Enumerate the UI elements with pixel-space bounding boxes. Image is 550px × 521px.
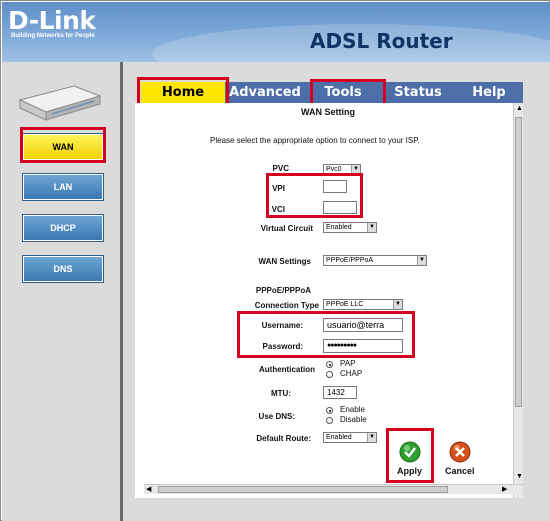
sidebar	[2, 62, 120, 521]
pvc-label: PVC	[272, 164, 289, 173]
sidebar-item-lan[interactable]: LAN	[22, 173, 104, 201]
dns-disable-label: Disable	[340, 415, 367, 424]
scroll-up-icon[interactable]: ▲	[516, 105, 523, 112]
vci-label: VCI	[271, 205, 285, 214]
tab-home[interactable]: Home	[141, 82, 225, 103]
tab-help[interactable]: Help	[455, 82, 523, 103]
chevron-down-icon: ▼	[367, 433, 376, 442]
sidebar-item-wan[interactable]: WAN	[22, 133, 104, 161]
tab-advanced[interactable]: Advanced	[225, 82, 305, 103]
vci-input[interactable]	[323, 201, 357, 214]
wan-settings-label: WAN Settings	[258, 257, 311, 266]
vpi-input[interactable]	[323, 180, 347, 193]
chevron-down-icon: ▼	[393, 300, 402, 309]
virtual-circuit-select[interactable]: Enabled ▼	[323, 222, 377, 233]
sidebar-item-dns[interactable]: DNS	[22, 255, 104, 283]
dns-enable-radio[interactable]	[326, 407, 333, 414]
use-dns-label: Use DNS:	[258, 412, 295, 421]
product-title: ADSL Router	[310, 29, 453, 53]
wan-settings-select[interactable]: PPPoE/PPPoA ▼	[323, 255, 427, 266]
connection-type-label: Connection Type	[254, 301, 319, 310]
dns-disable-radio[interactable]	[326, 417, 333, 424]
pvc-select[interactable]: Pvc0 ▼	[323, 164, 361, 175]
vpi-label: VPI	[272, 184, 285, 193]
auth-pap-label: PAP	[340, 359, 356, 368]
chevron-down-icon: ▼	[351, 165, 360, 174]
header-banner: D-Link Building Networks for People ADSL…	[2, 2, 550, 62]
password-input[interactable]: ●●●●●●●●●	[323, 339, 403, 353]
password-label: Password:	[262, 342, 303, 351]
router-icon	[18, 85, 102, 121]
scroll-right-icon[interactable]: ▶	[502, 485, 507, 493]
username-label: Username:	[261, 321, 303, 330]
pppoe-section-heading: PPPoE/PPPoA	[255, 286, 311, 295]
mtu-label: MTU:	[271, 389, 291, 398]
tab-tools[interactable]: Tools	[305, 82, 381, 103]
form-title: WAN Setting	[301, 107, 355, 117]
cancel-icon	[449, 441, 471, 463]
form-instruction: Please select the appropriate option to …	[210, 136, 420, 145]
authentication-label: Authentication	[259, 365, 315, 374]
dlink-logo: D-Link	[8, 6, 96, 35]
scroll-left-icon[interactable]: ◀	[146, 485, 151, 493]
auth-chap-radio[interactable]	[326, 371, 333, 378]
horizontal-scroll-thumb[interactable]	[158, 486, 448, 493]
dns-enable-label: Enable	[340, 405, 365, 414]
default-route-label: Default Route:	[256, 434, 311, 443]
chevron-down-icon: ▼	[417, 256, 426, 265]
sidebar-item-dhcp[interactable]: DHCP	[22, 214, 104, 242]
auth-chap-label: CHAP	[340, 369, 363, 378]
apply-label: Apply	[397, 466, 423, 476]
default-route-select[interactable]: Enabled ▼	[323, 432, 377, 443]
virtual-circuit-label: Virtual Circuit	[260, 224, 313, 233]
apply-button[interactable]: Apply	[393, 439, 427, 481]
tab-status[interactable]: Status	[381, 82, 455, 103]
scroll-down-icon[interactable]: ▼	[516, 473, 523, 480]
cancel-button[interactable]: Cancel	[443, 439, 483, 481]
vertical-scroll-thumb[interactable]	[515, 117, 522, 407]
cancel-label: Cancel	[445, 466, 475, 476]
check-icon	[399, 441, 421, 463]
horizontal-scrollbar[interactable]: ◀ ▶	[144, 484, 523, 494]
connection-type-select[interactable]: PPPoE LLC ▼	[323, 299, 403, 310]
mtu-input[interactable]: 1432	[323, 386, 357, 399]
browser-frame: D-Link Building Networks for People ADSL…	[0, 0, 550, 521]
vertical-scrollbar[interactable]: ▲ ▼	[513, 103, 523, 498]
username-input[interactable]: usuario@terra	[323, 318, 403, 332]
chevron-down-icon: ▼	[367, 223, 376, 232]
logo-tagline: Building Networks for People	[11, 33, 95, 39]
auth-pap-radio[interactable]	[326, 361, 333, 368]
